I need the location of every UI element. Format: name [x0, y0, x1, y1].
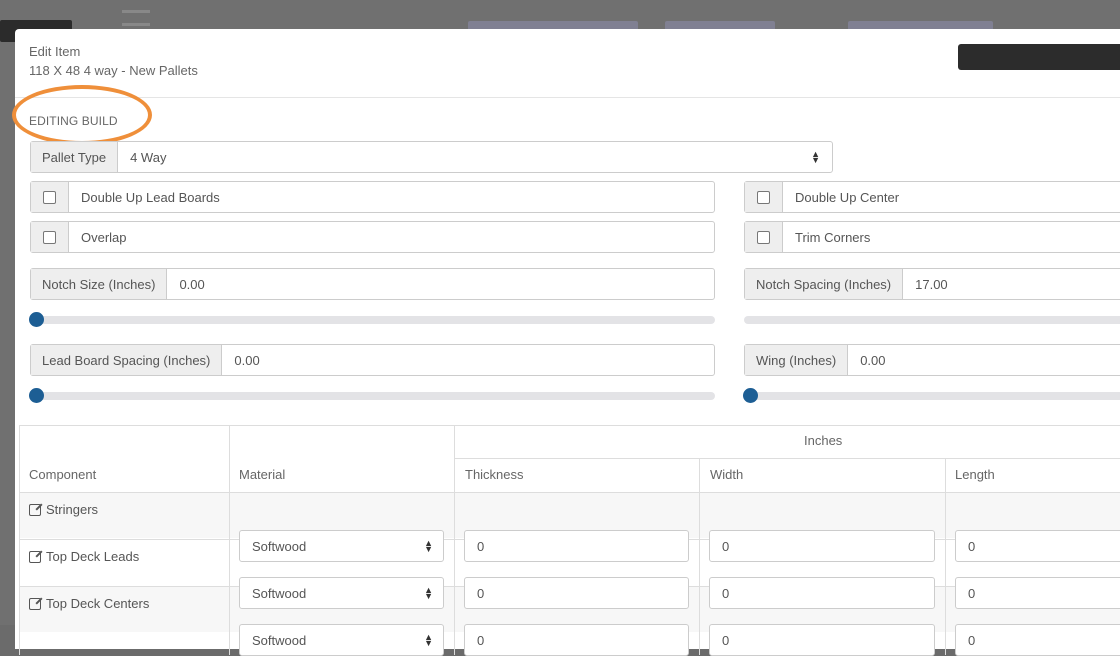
- length-input[interactable]: 0: [955, 577, 1120, 609]
- notch-spacing-input[interactable]: 17.00: [903, 269, 1120, 299]
- notch-size-input[interactable]: 0.00: [167, 269, 714, 299]
- component-cell[interactable]: Stringers: [29, 502, 98, 517]
- checkbox-icon: [757, 190, 770, 204]
- overlap-checkbox[interactable]: [31, 222, 69, 252]
- material-select[interactable]: Softwood ▲ ▼: [239, 530, 444, 562]
- notch-spacing-slider[interactable]: [744, 316, 1120, 324]
- column-header-material: Material: [239, 467, 286, 482]
- notch-size-slider[interactable]: [29, 312, 715, 327]
- header-action-button[interactable]: [958, 44, 1120, 70]
- edit-icon: [29, 597, 41, 610]
- select-arrows-icon: ▲ ▼: [811, 149, 820, 165]
- lead-board-spacing-label: Lead Board Spacing (Inches): [31, 345, 223, 375]
- component-name: Stringers: [46, 502, 99, 517]
- notch-size-group: Notch Size (Inches) 0.00: [30, 268, 715, 300]
- lead-board-spacing-group: Lead Board Spacing (Inches) 0.00: [30, 344, 715, 376]
- checkbox-icon: [757, 230, 770, 244]
- material-select[interactable]: Softwood ▲ ▼: [239, 624, 444, 656]
- material-value: Softwood: [252, 538, 307, 554]
- inches-group-header: Inches: [804, 433, 843, 448]
- pallet-type-value: 4 Way: [130, 149, 167, 165]
- double-up-center-checkbox[interactable]: [745, 182, 783, 212]
- lead-board-spacing-input[interactable]: 0.00: [222, 345, 714, 375]
- material-value: Softwood: [252, 585, 307, 601]
- wing-slider[interactable]: [743, 388, 1120, 403]
- select-arrows-icon: ▲ ▼: [424, 632, 433, 648]
- notch-spacing-label: Notch Spacing (Inches): [745, 269, 904, 299]
- wing-label: Wing (Inches): [745, 345, 849, 375]
- double-up-lead-boards-label: Double Up Lead Boards: [81, 189, 220, 205]
- double-up-lead-boards-checkbox[interactable]: [31, 182, 69, 212]
- column-header-thickness: Thickness: [465, 467, 524, 482]
- component-cell[interactable]: Top Deck Leads: [29, 549, 139, 564]
- double-up-center-group: Double Up Center: [744, 181, 1120, 213]
- edit-item-modal: Edit Item 118 X 48 4 way - New Pallets E…: [12, 29, 1120, 656]
- lead-board-spacing-slider[interactable]: [29, 388, 715, 403]
- double-up-lead-boards-group: Double Up Lead Boards: [30, 181, 715, 213]
- thickness-input[interactable]: 0: [464, 624, 689, 656]
- slider-handle[interactable]: [743, 388, 758, 403]
- pallet-type-group: Pallet Type 4 Way ▲ ▼: [30, 141, 833, 173]
- modal-subtitle: 118 X 48 4 way - New Pallets: [29, 63, 198, 78]
- checkbox-icon: [43, 190, 56, 204]
- components-table: Inches Component Material Thickness Widt…: [19, 425, 1120, 656]
- highlight-annotation: [12, 85, 152, 145]
- overlap-group: Overlap: [30, 221, 715, 253]
- wing-group: Wing (Inches) 0.00: [744, 344, 1120, 376]
- component-name: Top Deck Centers: [46, 596, 150, 611]
- material-value: Softwood: [252, 632, 307, 648]
- length-input[interactable]: 0: [955, 530, 1120, 562]
- material-select[interactable]: Softwood ▲ ▼: [239, 577, 444, 609]
- pallet-type-label: Pallet Type: [31, 142, 119, 172]
- slider-handle[interactable]: [29, 312, 44, 327]
- wing-input[interactable]: 0.00: [848, 345, 1120, 375]
- component-cell[interactable]: Top Deck Centers: [29, 596, 149, 611]
- width-input[interactable]: 0: [709, 624, 935, 656]
- notch-spacing-group: Notch Spacing (Inches) 17.00: [744, 268, 1120, 300]
- column-header-width: Width: [710, 467, 744, 482]
- trim-corners-label: Trim Corners: [795, 229, 871, 245]
- edit-icon: [29, 550, 41, 563]
- pallet-type-select[interactable]: 4 Way ▲ ▼: [118, 142, 832, 172]
- component-name: Top Deck Leads: [46, 549, 140, 564]
- backdrop-menu-icon: [122, 10, 150, 26]
- edit-icon: [29, 503, 41, 516]
- select-arrows-icon: ▲ ▼: [424, 538, 433, 554]
- overlap-label: Overlap: [81, 229, 127, 245]
- modal-header: Edit Item 118 X 48 4 way - New Pallets: [15, 29, 1120, 98]
- column-header-length: Length: [955, 467, 995, 482]
- modal-title: Edit Item: [29, 44, 81, 59]
- width-input[interactable]: 0: [709, 530, 935, 562]
- select-arrows-icon: ▲ ▼: [424, 585, 433, 601]
- trim-corners-group: Trim Corners: [744, 221, 1120, 253]
- thickness-input[interactable]: 0: [464, 577, 689, 609]
- notch-size-label: Notch Size (Inches): [31, 269, 168, 299]
- thickness-input[interactable]: 0: [464, 530, 689, 562]
- width-input[interactable]: 0: [709, 577, 935, 609]
- slider-handle[interactable]: [29, 388, 44, 403]
- length-input[interactable]: 0: [955, 624, 1120, 656]
- trim-corners-checkbox[interactable]: [745, 222, 783, 252]
- double-up-center-label: Double Up Center: [795, 189, 900, 205]
- checkbox-icon: [43, 230, 56, 244]
- column-header-component: Component: [29, 467, 97, 482]
